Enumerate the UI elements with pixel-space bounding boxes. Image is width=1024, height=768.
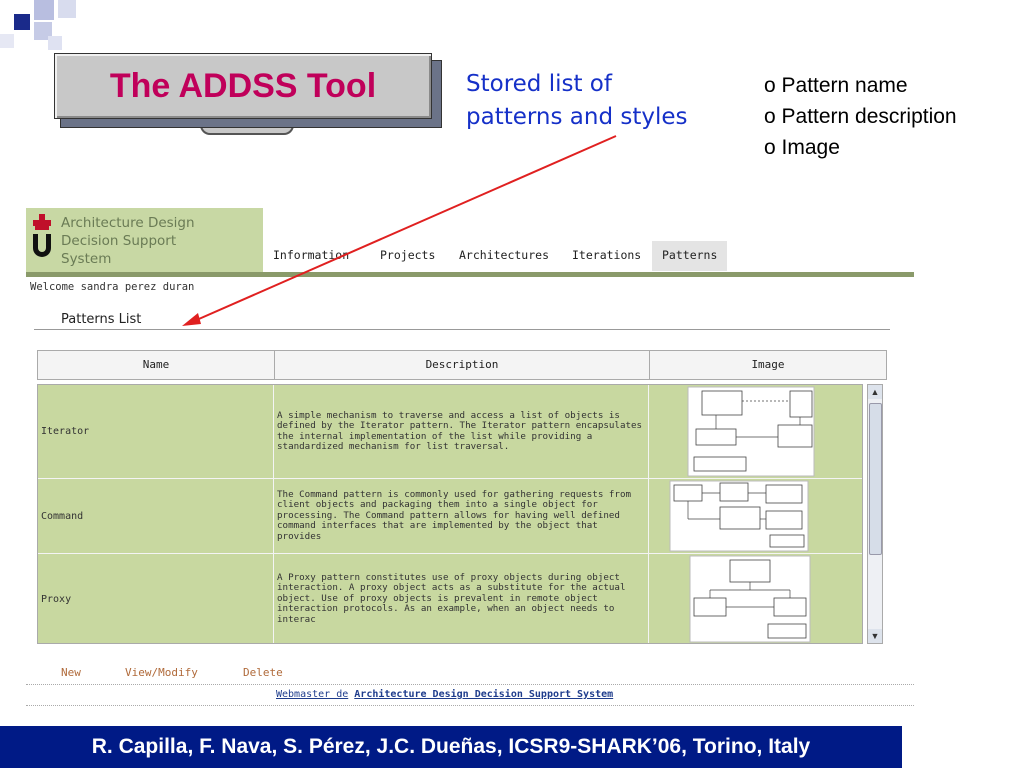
app-title-line: Architecture Design <box>61 215 195 231</box>
view-modify-button[interactable]: View/Modify <box>125 666 198 679</box>
proxy-uml-diagram <box>689 555 811 643</box>
table-row[interactable]: Proxy A Proxy pattern constitutes use of… <box>38 554 862 643</box>
pattern-description-text: A Proxy pattern constitutes use of proxy… <box>277 571 626 625</box>
app-title-line: System <box>61 251 112 267</box>
footer-link[interactable]: Architecture Design Decision Support Sys… <box>354 689 613 700</box>
table-row[interactable]: Iterator A simple mechanism to traverse … <box>38 385 862 479</box>
university-logo-icon <box>33 214 51 257</box>
command-uml-diagram <box>669 480 809 552</box>
nav-architectures[interactable]: Architectures <box>449 241 559 271</box>
stored-caption-line-2: patterns and styles <box>466 104 688 130</box>
pattern-image-cell <box>650 479 862 553</box>
pattern-name-cell: Proxy <box>38 554 274 643</box>
top-nav: Information Projects Architectures Itera… <box>263 208 914 272</box>
table-header: Name Description Image <box>37 350 887 380</box>
slide-title: The ADDSS Tool <box>109 66 377 105</box>
app-header-logo-area: Architecture Design Decision Support Sys… <box>26 208 263 272</box>
scroll-down-icon[interactable]: ▼ <box>868 629 882 643</box>
nav-patterns[interactable]: Patterns <box>652 241 728 271</box>
footer: Webmaster de Architecture Design Decisio… <box>276 689 613 700</box>
decor-square-light <box>34 0 54 20</box>
credit-banner: R. Capilla, F. Nava, S. Pérez, J.C. Dueñ… <box>0 726 902 768</box>
scroll-thumb[interactable] <box>869 403 882 555</box>
table-scrollbar[interactable]: ▲ ▼ <box>867 384 883 644</box>
pattern-description-text: The Command pattern is commonly used for… <box>277 488 632 542</box>
footer-prefix[interactable]: Webmaster de <box>276 689 348 700</box>
stored-list-caption: Stored list of patterns and styles <box>466 68 688 134</box>
nav-information[interactable]: Information <box>263 241 359 271</box>
column-header-image[interactable]: Image <box>650 351 886 379</box>
app-screenshot: Architecture Design Decision Support Sys… <box>26 208 914 711</box>
field-bullets: o Pattern name o Pattern description o I… <box>764 70 957 163</box>
pattern-image-cell <box>650 554 862 643</box>
nav-iterations[interactable]: Iterations <box>562 241 651 271</box>
bullet-pattern-name: o Pattern name <box>764 74 908 97</box>
footer-divider <box>26 705 914 706</box>
bullet-image: o Image <box>764 136 840 159</box>
heading-underline <box>34 329 890 330</box>
stored-caption-line-1: Stored list of <box>466 71 612 97</box>
footer-divider <box>26 684 914 685</box>
nav-projects[interactable]: Projects <box>370 241 445 271</box>
column-header-description[interactable]: Description <box>275 351 650 379</box>
pattern-description-cell: A simple mechanism to traverse and acces… <box>275 385 649 478</box>
decor-square-light <box>0 34 14 48</box>
column-header-name[interactable]: Name <box>38 351 275 379</box>
pattern-name-cell: Command <box>38 479 274 553</box>
title-box: The ADDSS Tool <box>54 53 432 119</box>
pattern-name-cell: Iterator <box>38 385 274 478</box>
decor-square-light <box>58 0 76 18</box>
nav-divider-bar <box>26 272 914 277</box>
scroll-up-icon[interactable]: ▲ <box>868 385 882 399</box>
iterator-uml-diagram <box>687 386 815 477</box>
bullet-pattern-description: o Pattern description <box>764 105 957 128</box>
pattern-image-cell <box>650 385 862 478</box>
app-title-line: Decision Support <box>61 233 177 249</box>
decor-square-light <box>48 36 62 50</box>
pattern-description-cell: The Command pattern is commonly used for… <box>275 479 649 553</box>
delete-button[interactable]: Delete <box>243 666 283 679</box>
patterns-list-heading: Patterns List <box>61 312 142 327</box>
patterns-table-body: Iterator A simple mechanism to traverse … <box>37 384 863 644</box>
app-title: Architecture Design Decision Support Sys… <box>61 214 261 268</box>
pattern-description-cell: A Proxy pattern constitutes use of proxy… <box>275 554 649 643</box>
decor-square-navy <box>14 14 30 30</box>
pattern-description-text: A simple mechanism to traverse and acces… <box>277 409 643 452</box>
new-button[interactable]: New <box>61 666 81 679</box>
welcome-text: Welcome sandra perez duran <box>30 281 195 293</box>
table-row[interactable]: Command The Command pattern is commonly … <box>38 479 862 554</box>
